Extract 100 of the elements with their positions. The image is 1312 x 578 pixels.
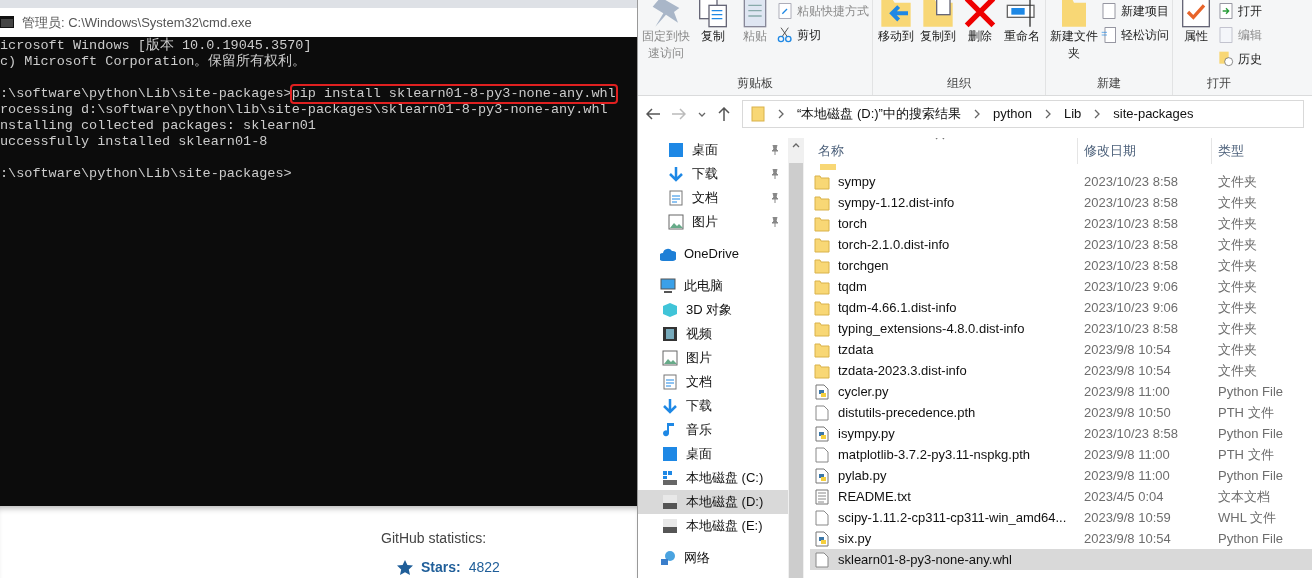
nav-item[interactable]: 文档	[638, 370, 788, 394]
chevron-right-icon	[777, 109, 785, 119]
file-name: tqdm	[838, 277, 867, 296]
breadcrumb-item[interactable]: python	[992, 104, 1032, 124]
console-line: uccessfully installed sklearn01-8	[0, 134, 268, 151]
nav-item[interactable]: 音乐	[638, 418, 788, 442]
ribbon-button[interactable]: 剪切	[777, 24, 869, 45]
ribbon-button[interactable]: 重命名	[1002, 0, 1042, 45]
ribbon-button[interactable]: 新建文件夹	[1049, 0, 1099, 62]
file-date: 2023/10/23 8:58	[1083, 319, 1179, 338]
file-row[interactable]: six.py 2023/9/8 10:54 Python File	[810, 528, 1312, 549]
scrollbar[interactable]	[788, 138, 804, 578]
drivec-icon	[662, 470, 678, 486]
file-row[interactable]: sympy 2023/10/23 8:58 文件夹	[810, 171, 1312, 192]
file-row[interactable]: cycler.py 2023/9/8 11:00 Python File	[810, 381, 1312, 402]
file-name: isympy.py	[838, 424, 895, 443]
nav-item[interactable]: 3D 对象	[638, 298, 788, 322]
file-row[interactable]: sympy-1.12.dist-info 2023/10/23 8:58 文件夹	[810, 192, 1312, 213]
chevron-right-icon	[1044, 109, 1052, 119]
picture-icon	[662, 350, 678, 366]
file-date: 2023/4/5 0:04	[1083, 487, 1165, 506]
nav-item[interactable]: 下载	[638, 162, 788, 186]
file-name: sympy	[838, 172, 876, 191]
back-arrow-icon[interactable]	[646, 108, 660, 120]
up-arrow-icon[interactable]	[718, 107, 730, 121]
file-name: typing_extensions-4.8.0.dist-info	[838, 319, 1025, 338]
file-type: 文件夹	[1217, 235, 1258, 254]
file-row[interactable]: sklearn01-8-py3-none-any.whl	[810, 549, 1312, 570]
column-header[interactable]: 修改日期	[1078, 138, 1212, 164]
desktop-icon	[668, 142, 684, 158]
nav-item[interactable]: 文档	[638, 186, 788, 210]
nav-item[interactable]: 视频	[638, 322, 788, 346]
ribbon-button[interactable]: 移动到	[876, 0, 916, 45]
file-row[interactable]: scipy-1.11.2-cp311-cp311-win_amd64... 2023/9/8 10:59 WHL 文件	[810, 507, 1312, 528]
file-type: Python File	[1217, 424, 1285, 443]
history-icon	[1218, 50, 1234, 67]
file-name: torchgen	[838, 256, 889, 275]
console-line: icrosoft Windows [版本 10.0.19045.3570]	[0, 38, 312, 54]
file-type: 文件夹	[1217, 361, 1258, 380]
file-icon	[814, 404, 830, 421]
ribbon-button[interactable]: 打开	[1218, 0, 1262, 21]
breadcrumb-item[interactable]: “本地磁盘 (D:)”中的搜索结果	[797, 104, 961, 124]
file-type: PTH 文件	[1217, 403, 1275, 422]
file-row[interactable]: README.txt 2023/4/5 0:04 文本文档	[810, 486, 1312, 507]
delete-icon	[964, 0, 996, 28]
breadcrumb-item[interactable]: site-packages	[1113, 104, 1194, 124]
nav-item[interactable]: 网络	[638, 546, 788, 570]
file-type: Python File	[1217, 382, 1285, 401]
file-row[interactable]: tqdm 2023/10/23 9:06 文件夹	[810, 276, 1312, 297]
nav-item[interactable]: OneDrive	[638, 242, 788, 266]
file-type: 文件夹	[1217, 193, 1258, 212]
nav-item[interactable]: 本地磁盘 (E:)	[638, 514, 788, 538]
ribbon-button[interactable]: 复制到	[918, 0, 958, 45]
file-row[interactable]: typing_extensions-4.8.0.dist-info 2023/10/23 8:58 文件夹	[810, 318, 1312, 339]
file-row[interactable]: distutils-precedence.pth 2023/9/8 10:50 PTH 文件	[810, 402, 1312, 423]
file-type: 文件夹	[1217, 340, 1258, 359]
breadcrumb-item[interactable]: Lib	[1064, 104, 1082, 124]
file-row[interactable]: tzdata-2023.3.dist-info 2023/9/8 10:54 文件夹	[810, 360, 1312, 381]
ribbon-button[interactable]: 历史	[1218, 48, 1262, 69]
nav-item[interactable]: 本地磁盘 (D:)	[638, 490, 788, 514]
file-row[interactable]: torchgen 2023/10/23 8:58 文件夹	[810, 255, 1312, 276]
nav-item[interactable]: 本地磁盘 (C:)	[638, 466, 788, 490]
file-row[interactable]: tqdm-4.66.1.dist-info 2023/10/23 9:06 文件夹	[810, 297, 1312, 318]
address-bar[interactable]: “本地磁盘 (D:)”中的搜索结果 python Lib site-packages	[742, 100, 1304, 128]
picture-icon	[668, 214, 684, 230]
nav-item[interactable]: 图片	[638, 346, 788, 370]
file-type: 文本文档	[1217, 487, 1271, 506]
file-type: 文件夹	[1217, 172, 1258, 191]
file-icon	[814, 551, 830, 568]
ribbon-group-label: 打开	[1206, 75, 1232, 92]
file-row[interactable]: torch-2.1.0.dist-info 2023/10/23 8:58 文件夹	[810, 234, 1312, 255]
section-heading: GitHub statistics:	[381, 529, 487, 548]
cloud-icon	[660, 246, 676, 262]
ribbon-button[interactable]: 轻松访问	[1101, 24, 1169, 45]
ribbon-button[interactable]: 属性	[1176, 0, 1216, 45]
drive-icon	[662, 494, 678, 510]
ribbon-button[interactable]: 新建项目	[1101, 0, 1169, 21]
text-file-icon	[814, 488, 830, 505]
file-row[interactable]: matplotlib-3.7.2-py3.11-nspkg.pth 2023/9/8 11:00 PTH 文件	[810, 444, 1312, 465]
nav-item[interactable]: 图片	[638, 210, 788, 234]
file-row[interactable]: isympy.py 2023/10/23 8:58 Python File	[810, 423, 1312, 444]
drive-icon	[662, 518, 678, 534]
ribbon-group-label: 新建	[1096, 75, 1122, 92]
nav-item[interactable]: 下载	[638, 394, 788, 418]
nav-item[interactable]: 桌面	[638, 138, 788, 162]
file-row[interactable]: torch 2023/10/23 8:58 文件夹	[810, 213, 1312, 234]
file-date: 2023/9/8 10:54	[1083, 529, 1172, 548]
nav-item[interactable]: 桌面	[638, 442, 788, 466]
python-file-icon	[814, 425, 830, 442]
column-header[interactable]: 类型	[1212, 138, 1312, 164]
chevron-right-icon	[1093, 109, 1102, 119]
file-date: 2023/9/8 11:00	[1083, 445, 1171, 464]
file-type: 文件夹	[1217, 298, 1258, 317]
ribbon-button[interactable]: 删除	[960, 0, 1000, 45]
file-type: Python File	[1217, 466, 1285, 485]
file-date: 2023/10/23 8:58	[1083, 424, 1179, 443]
nav-item[interactable]: 此电脑	[638, 274, 788, 298]
ribbon-button[interactable]: 复制	[693, 0, 733, 45]
file-row[interactable]: pylab.py 2023/9/8 11:00 Python File	[810, 465, 1312, 486]
file-row[interactable]: tzdata 2023/9/8 10:54 文件夹	[810, 339, 1312, 360]
